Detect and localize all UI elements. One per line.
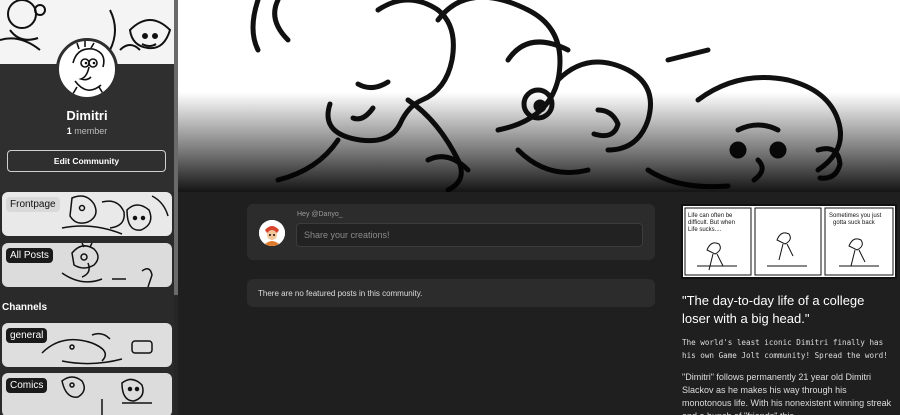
about-headline: "The day-to-day life of a college loser … xyxy=(682,293,865,326)
banner-shade xyxy=(178,0,900,192)
channels-heading: Channels xyxy=(2,302,48,313)
member-count-label: member xyxy=(74,126,108,136)
empty-featured-message: There are no featured posts in this comm… xyxy=(247,279,655,307)
member-count-number: 1 xyxy=(66,126,72,136)
share-creations-input[interactable]: Share your creations! xyxy=(296,223,643,247)
community-avatar[interactable] xyxy=(56,38,118,100)
channel-comics[interactable]: Comics xyxy=(2,373,172,415)
channel-general[interactable]: general xyxy=(2,323,172,367)
member-count: 1 member xyxy=(0,126,174,136)
comic-panel1-text: Life can often be difficult. But when Li… xyxy=(688,213,737,233)
user-avatar[interactable] xyxy=(259,220,285,246)
community-header: Dimitri 1 member Edit Community xyxy=(0,0,174,192)
nav-tile-frontpage[interactable]: Frontpage xyxy=(2,192,172,236)
channel-label: Comics xyxy=(6,378,48,393)
composer-greeting: Hey @Danyo_ xyxy=(297,211,343,218)
comic-strip-image: Life can often be difficult. But when Li… xyxy=(681,204,897,279)
nav-tile-all-posts[interactable]: All Posts xyxy=(2,243,172,287)
post-composer: Hey @Danyo_ Share your creations! xyxy=(247,204,655,260)
about-tagline: The world's least iconic Dimitri finally… xyxy=(682,338,888,360)
comic-panel3-text: Sometimes you just gotta suck back xyxy=(829,213,883,226)
edit-community-button[interactable]: Edit Community xyxy=(7,150,166,172)
nav-tile-label: Frontpage xyxy=(6,197,60,212)
community-sidebar: Dimitri 1 member Edit Community Frontpag… xyxy=(0,0,174,415)
community-banner-image xyxy=(178,0,900,192)
community-name: Dimitri xyxy=(66,108,108,123)
nav-tile-label: All Posts xyxy=(6,248,53,263)
about-description: "Dimitri" follows permanently 21 year ol… xyxy=(682,372,892,415)
channel-label: general xyxy=(6,328,48,343)
